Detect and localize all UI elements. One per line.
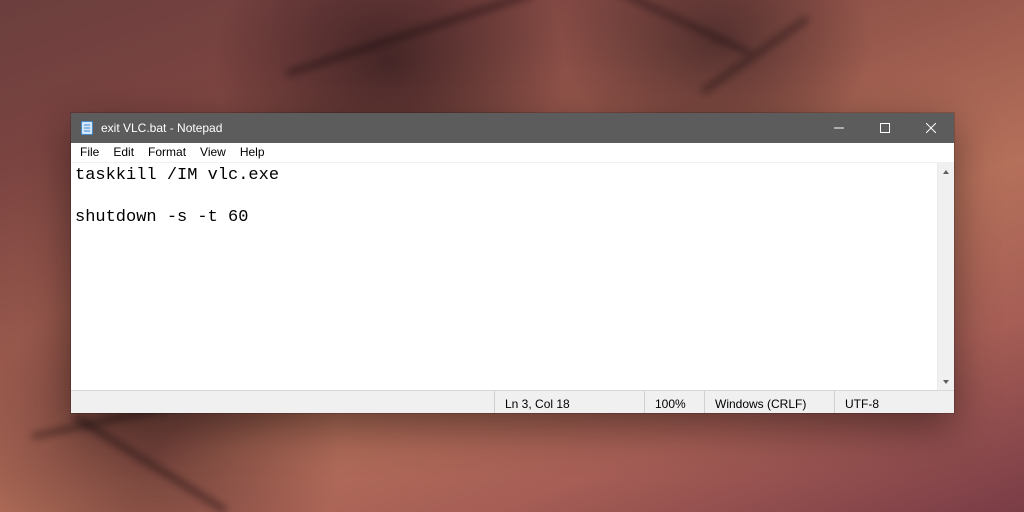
text-editor[interactable] [71, 163, 937, 390]
scrollbar-track[interactable] [938, 180, 954, 373]
menu-format[interactable]: Format [141, 144, 193, 161]
background-decor [285, 0, 534, 77]
scroll-down-button[interactable] [938, 373, 954, 390]
status-zoom[interactable]: 100% [644, 391, 704, 413]
status-encoding: UTF-8 [834, 391, 954, 413]
editor-area [71, 163, 954, 390]
menubar: File Edit Format View Help [71, 143, 954, 163]
menu-file[interactable]: File [73, 144, 106, 161]
close-button[interactable] [908, 113, 954, 143]
menu-edit[interactable]: Edit [106, 144, 141, 161]
statusbar: Ln 3, Col 18 100% Windows (CRLF) UTF-8 [71, 390, 954, 413]
minimize-button[interactable] [816, 113, 862, 143]
statusbar-spacer [71, 391, 494, 413]
menu-help[interactable]: Help [233, 144, 272, 161]
background-decor [72, 413, 228, 512]
scroll-up-button[interactable] [938, 163, 954, 180]
status-caret-position: Ln 3, Col 18 [494, 391, 644, 413]
maximize-button[interactable] [862, 113, 908, 143]
menu-view[interactable]: View [193, 144, 233, 161]
background-decor [700, 15, 810, 94]
background-decor [568, 0, 752, 56]
notepad-window: exit VLC.bat - Notepad File Edit Format … [71, 113, 954, 413]
status-line-endings: Windows (CRLF) [704, 391, 834, 413]
window-title: exit VLC.bat - Notepad [101, 121, 222, 135]
titlebar[interactable]: exit VLC.bat - Notepad [71, 113, 954, 143]
vertical-scrollbar[interactable] [937, 163, 954, 390]
notepad-icon [79, 120, 95, 136]
